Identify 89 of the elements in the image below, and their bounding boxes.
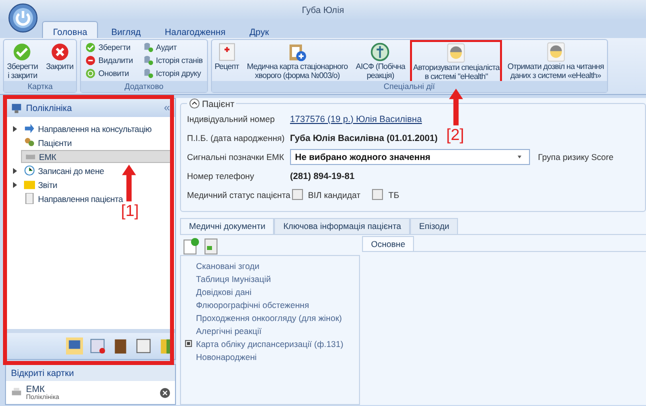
ribbon-tab[interactable]: Головна [42,21,98,38]
ribbon-button[interactable]: Отримати дозвіл на читання даних з системи «eHealth» [506,41,605,80]
expand-arrow-icon[interactable] [12,182,18,188]
tab[interactable]: Ключова інформація пацієнта [274,218,410,234]
ribbon-tab[interactable]: Вигляд [100,21,152,38]
annotation-label: [2] [446,127,464,145]
field-label: Група ризику Score [538,152,614,162]
field-label: Сигнальні позначки ЕМК [187,152,286,162]
tab[interactable]: Основне [362,236,414,251]
panel-title: Відкриті картки [6,365,175,381]
check-icon [85,42,96,53]
card-title[interactable]: ЕМК [26,384,156,394]
document-item[interactable]: Довідкові дані [196,286,252,296]
group-label: Додатково [81,81,207,92]
ribbon-button[interactable]: Історія станів [140,55,205,66]
panel-title: Поліклініка [26,103,73,113]
window-title: Губа Юлія [302,5,344,15]
database-icon [142,42,154,53]
tab[interactable]: Медичні документи [180,218,274,234]
check-icon [12,42,32,62]
ribbon-tab[interactable]: Друк [238,21,280,38]
monitor-icon[interactable] [66,337,83,355]
field-label: Медичний статус пацієнта [187,190,290,200]
checkbox-label: ВІЛ кандидат [308,190,360,200]
monitor-icon [11,102,22,114]
document-item[interactable]: Флюорографічні обстеження [196,300,310,310]
ribbon-button[interactable]: Авторизувати спеціаліста в системі "eHealth" [412,42,500,81]
ribbon-button[interactable]: Медична карта стаціонарного хворого (форма №003/о) [246,41,349,80]
book-icon[interactable] [112,337,129,355]
ribbon-button[interactable]: Закрити [44,41,74,80]
expand-icon[interactable] [185,340,192,347]
dropdown[interactable]: Не вибрано жодного значення [290,148,530,164]
tree-item[interactable]: Направлення пацієнта [21,192,172,205]
field-value: Губа Юлія Василівна (01.01.2001) [290,132,438,142]
field-value: (281) 894-19-81 [290,170,355,180]
document-item[interactable]: Проходження онкоогляду (для жінок) [196,312,342,322]
ribbon-button[interactable]: Видалити [83,55,135,66]
ribbon-button[interactable]: Історія друку [140,68,205,79]
tree-item[interactable]: Пацієнти [21,136,172,149]
ribbon-button[interactable]: Зберегти [83,42,135,53]
clipboard-icon [287,42,308,62]
people-icon [24,137,35,148]
close-icon [50,42,70,62]
group-label: Картка [4,81,76,92]
tab[interactable]: Епізоди [410,218,458,234]
ribbon-button[interactable]: Рецепт [214,41,240,80]
checkbox-label: ТБ [388,190,400,200]
database-icon [142,68,154,79]
close-icon[interactable] [160,388,170,398]
ribbon-tab[interactable]: Налагодження [154,21,236,38]
tree-item[interactable]: ЕМК [21,150,172,163]
document-item[interactable]: Новонароджені [196,352,257,362]
tree-item[interactable]: Направлення на консультацію [21,122,172,135]
ribbon-button[interactable]: Зберегти і закрити [6,41,39,80]
document-icon[interactable] [202,237,220,255]
refresh-icon [85,68,96,79]
expand-arrow-icon[interactable] [12,168,18,174]
arrow-icon [449,87,464,127]
document-icon [24,193,35,204]
checkbox[interactable] [292,189,303,200]
tree-item[interactable]: Записані до мене [21,164,172,177]
checkbox[interactable] [372,189,384,200]
delete-icon [85,55,96,66]
document-item[interactable]: Таблиця Імунізацій [196,274,271,284]
field-label: Номер телефону [187,170,256,180]
annotation-label: [1] [121,203,139,221]
group-title: Пацієнт [202,98,234,108]
group-label: Спеціальні дії [212,81,607,92]
database-icon [142,55,154,66]
document-icon [216,42,237,62]
add-document-icon[interactable] [182,237,200,255]
document-item[interactable]: Карта обліку диспансеризації (ф.131) [196,338,344,348]
table-icon[interactable] [89,337,106,355]
folder-icon [24,179,35,190]
ribbon-button[interactable]: Оновити [83,68,135,79]
ribbon-button[interactable]: Аудит [140,42,205,53]
document-item[interactable]: Алергічні реакції [196,326,262,336]
arrow-right-icon [24,123,35,134]
clock-icon [24,165,35,176]
tree-item[interactable]: Звіти [21,178,172,191]
expand-arrow-icon[interactable] [12,126,18,132]
collapse-icon[interactable] [189,98,200,109]
field-label: П.І.Б. (дата народження) [187,132,286,142]
emblem-icon [370,42,390,62]
arrow-icon [122,162,136,204]
patient-link[interactable]: 1737576 (19 р.) Юлія Василівна [290,114,422,124]
document-item[interactable]: Скановані згоди [196,260,260,270]
field-label: Індивідуальний номер [187,114,276,124]
ribbon-button[interactable]: АІСФ (Побічна реакція) [354,41,406,80]
